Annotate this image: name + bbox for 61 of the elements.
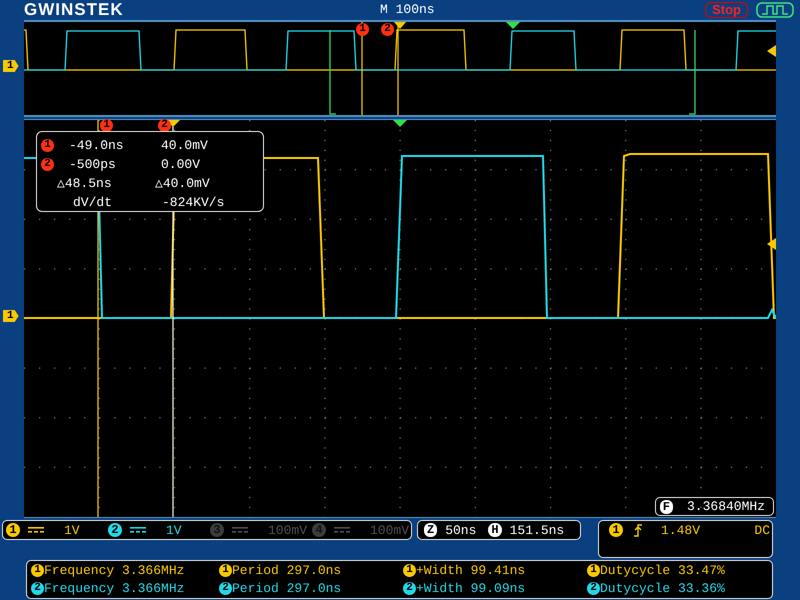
dc-coupling-icon xyxy=(334,526,350,534)
channel-badge: 1 xyxy=(587,564,600,577)
channel-badge: 2 xyxy=(31,582,44,595)
channel-scale: 1V xyxy=(166,522,182,538)
channel-badge: 2 xyxy=(403,582,416,595)
zoom-badge: Z xyxy=(424,523,438,537)
cursor-time: -500ps xyxy=(69,157,117,172)
slope-value: -824KV/s xyxy=(162,195,224,210)
trigger-icon xyxy=(394,22,406,29)
zoom-scale: 50ns xyxy=(445,522,476,538)
channel-badge[interactable]: 1 xyxy=(6,523,20,537)
counter-value: 3.36840MHz xyxy=(686,499,765,514)
trigger-coupling: DC xyxy=(754,523,770,538)
trigger-source-badge: 1 xyxy=(609,523,623,537)
channel-scale: 100mV xyxy=(268,522,308,538)
channel-badge: 1 xyxy=(31,564,44,577)
measurement-value: Frequency 3.366MHz xyxy=(44,581,184,596)
cursor-voltage: 0.00V xyxy=(161,157,200,172)
ground-marker: 1 xyxy=(3,310,19,322)
trigger-level: 1.48V xyxy=(661,523,700,538)
delta-voltage: △40.0mV xyxy=(155,176,210,191)
waveform-icon xyxy=(756,2,794,18)
channel-scale: 100mV xyxy=(370,522,410,538)
horizontal-position: 151.5ns xyxy=(510,522,564,538)
cursor-marker: 2 xyxy=(41,158,54,171)
measurement-value: Frequency 3.366MHz xyxy=(44,563,184,578)
rising-edge-icon xyxy=(633,523,643,537)
measurement-value: Dutycycle 33.47% xyxy=(600,563,725,578)
run-state-button[interactable]: Stop xyxy=(705,2,748,18)
measurement-value: Period 297.0ns xyxy=(232,563,342,578)
brand-logo: GWINSTEK xyxy=(24,0,124,20)
cursor-time: -49.0ns xyxy=(69,138,125,153)
channel-badge: 1 xyxy=(403,564,416,577)
cursor-marker: 1 xyxy=(356,23,369,36)
channel-badge[interactable]: 2 xyxy=(108,523,122,537)
channel-badge: 2 xyxy=(219,582,232,595)
trigger-position-icon xyxy=(393,120,407,127)
cursor-voltage: 40.0mV xyxy=(161,138,208,153)
channel-badge: 2 xyxy=(587,582,600,595)
dc-coupling-icon xyxy=(130,526,146,534)
ground-marker: 1 xyxy=(3,60,19,72)
cursor-marker: 2 xyxy=(158,119,171,132)
cursor-marker: 2 xyxy=(381,23,394,36)
position-badge: H xyxy=(488,523,502,537)
measurement-value: +Width 99.09ns xyxy=(416,581,526,596)
channel-badge: 1 xyxy=(219,564,232,577)
dc-coupling-icon xyxy=(232,526,248,534)
timebase-label: M 100ns xyxy=(380,2,435,17)
delta-time: △48.5ns xyxy=(57,176,113,191)
measurement-value: Period 297.0ns xyxy=(232,581,342,596)
slope-label: dV/dt xyxy=(73,195,114,210)
measurement-value: Dutycycle 33.36% xyxy=(600,581,725,596)
measurement-value: +Width 99.41ns xyxy=(416,563,526,578)
trigger-level-icon xyxy=(767,45,776,57)
dc-coupling-icon xyxy=(28,526,44,534)
cursor-marker: 1 xyxy=(41,139,54,152)
trigger-level-icon xyxy=(767,238,776,250)
cursor-marker: 1 xyxy=(100,119,113,132)
trigger-position-icon xyxy=(506,22,520,29)
counter-badge: F xyxy=(660,500,673,514)
channel-scale: 1V xyxy=(64,522,80,538)
